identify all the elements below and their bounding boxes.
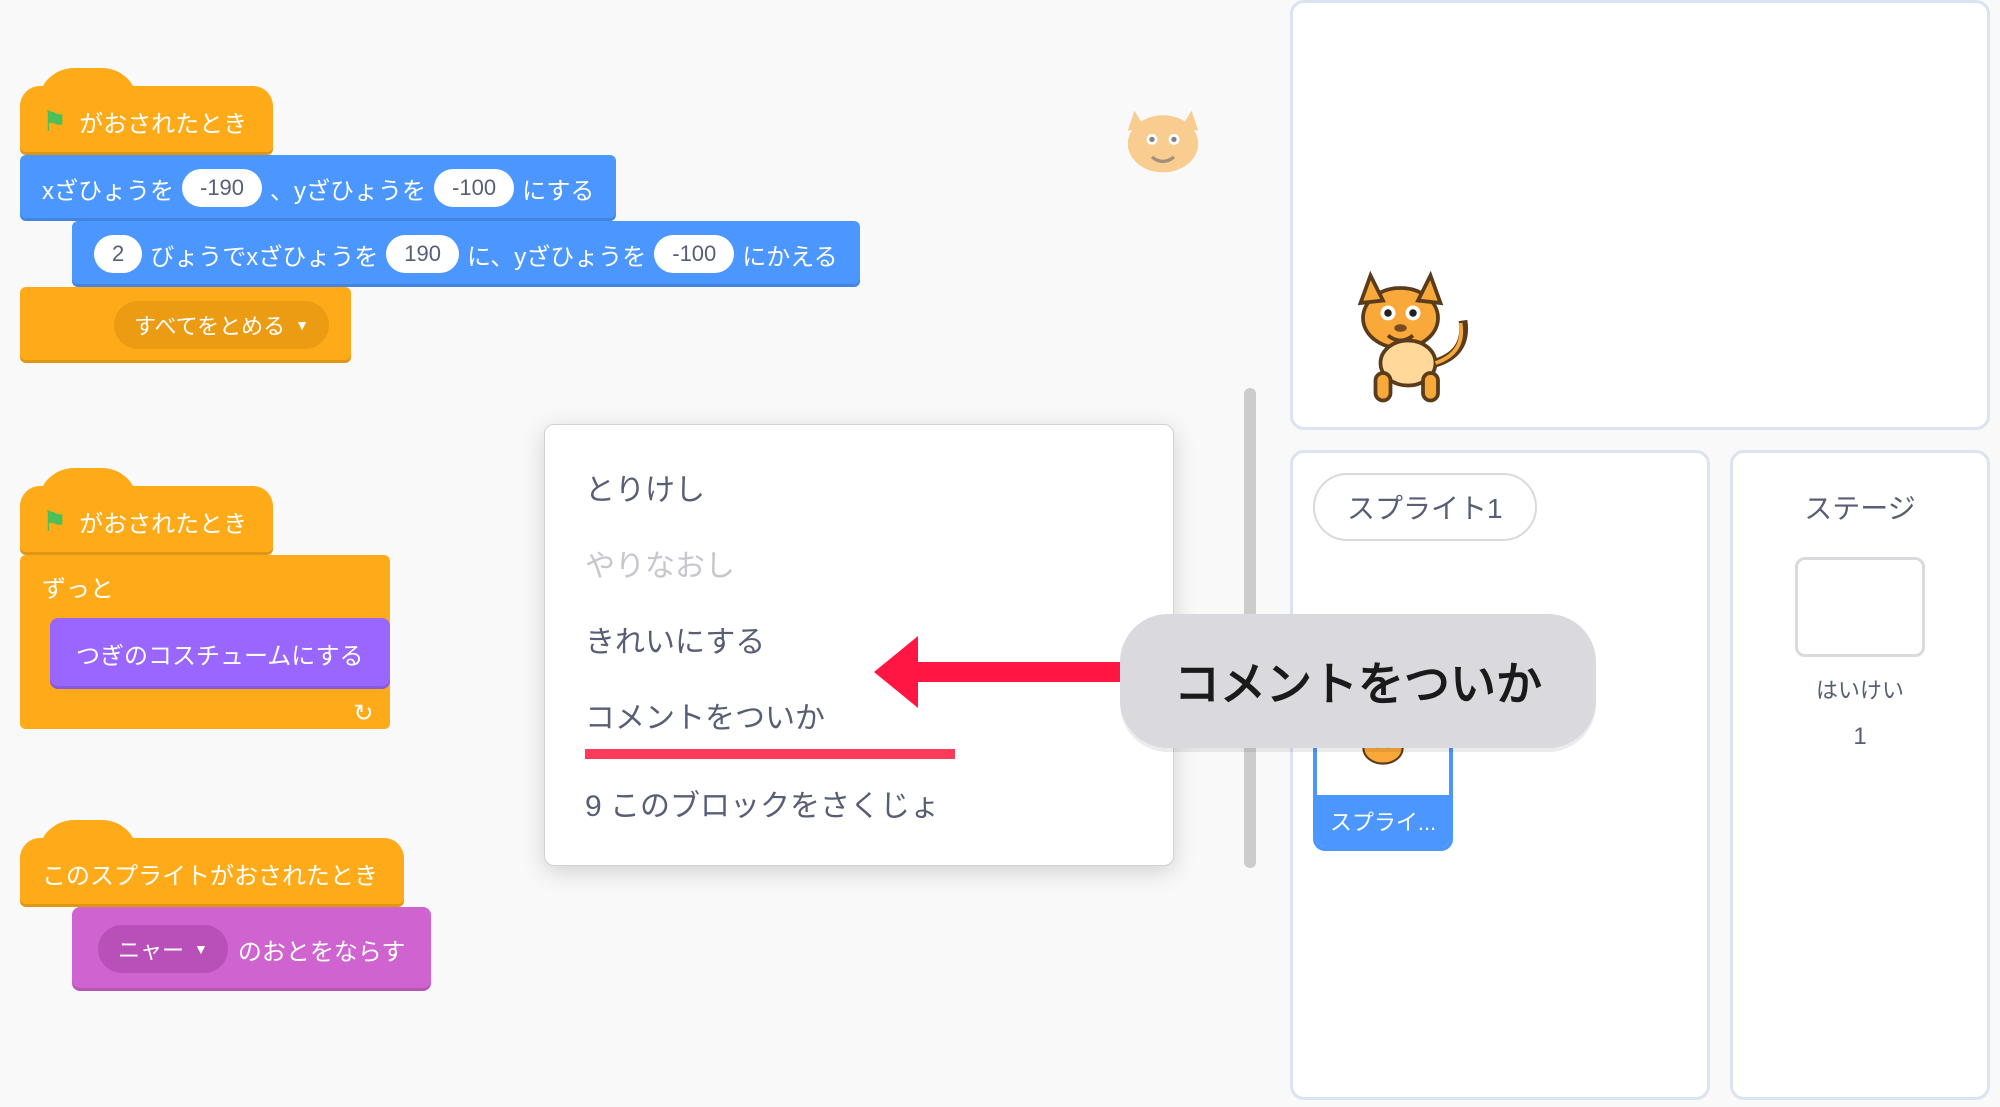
play-sound-suffix: のおとをならす — [238, 932, 406, 967]
glide-secs-input[interactable]: 2 — [94, 235, 142, 273]
glide-text-3: にかえる — [742, 237, 837, 272]
goto-y-input[interactable]: -100 — [434, 169, 514, 207]
goto-text-2: 、yざひょうを — [270, 171, 426, 206]
highlight-underline — [585, 749, 955, 759]
when-flag-clicked-block-2[interactable]: ⚑ がおされたとき — [20, 486, 273, 555]
sound-dropdown[interactable]: ニャー ▼ — [98, 925, 228, 973]
menu-redo: やりなおし — [545, 525, 1173, 601]
sprite-on-stage[interactable] — [1333, 253, 1483, 408]
glide-x-input[interactable]: 190 — [386, 235, 459, 273]
menu-undo[interactable]: とりけし — [545, 449, 1173, 525]
sprite-name-field[interactable]: スプライト1 — [1313, 473, 1537, 541]
dropdown-icon: ▼ — [194, 941, 208, 957]
when-flag-clicked-block[interactable]: ⚑ がおされたとき — [20, 86, 273, 155]
script-workspace[interactable]: ⚑ がおされたとき xざひょうを -190 、yざひょうを -100 にする 2… — [0, 0, 1260, 1107]
goto-text-1: xざひょうを — [42, 171, 174, 206]
green-flag-icon: ⚑ — [42, 105, 67, 138]
stop-all-dropdown[interactable]: すべてをとめる ▼ — [114, 301, 329, 349]
play-sound-block[interactable]: ニャー ▼ のおとをならす — [72, 907, 431, 991]
cat-watermark — [1108, 80, 1218, 195]
green-flag-icon: ⚑ — [42, 505, 67, 538]
stop-all-label: すべてをとめる — [134, 309, 285, 341]
sound-name: ニャー — [118, 933, 184, 965]
loop-arrow-icon: ↻ — [353, 699, 373, 728]
annotation-arrow — [914, 662, 1128, 682]
stage-title: ステージ — [1753, 487, 1967, 527]
backdrop-label: はいけい — [1753, 673, 1967, 705]
glide-text-1: びょうでxざひょうを — [150, 237, 378, 272]
stop-all-block[interactable]: すべてをとめる ▼ — [20, 287, 351, 363]
next-costume-label: つぎのコスチュームにする — [76, 643, 364, 670]
script-stack-1[interactable]: ⚑ がおされたとき xざひょうを -190 、yざひょうを -100 にする 2… — [20, 86, 860, 363]
forever-label: ずっと — [20, 555, 390, 614]
stage-info-panel: ステージ はいけい 1 — [1730, 450, 1990, 1100]
dropdown-icon: ▼ — [295, 317, 309, 333]
goto-text-3: にする — [522, 171, 594, 206]
glide-xy-block[interactable]: 2 びょうでxざひょうを 190 に、yざひょうを -100 にかえる — [72, 221, 860, 287]
forever-block[interactable]: ずっと つぎのコスチュームにする ↻ — [20, 555, 390, 729]
sprite-list-panel: スプライト1 スプライ... — [1290, 450, 1710, 1100]
script-stack-2[interactable]: ⚑ がおされたとき ずっと つぎのコスチュームにする ↻ — [20, 486, 390, 729]
next-costume-block[interactable]: つぎのコスチュームにする — [50, 618, 390, 689]
hat-label: このスプライトがおされたとき — [42, 856, 378, 891]
hat-label: がおされたとき — [79, 104, 247, 139]
glide-y-input[interactable]: -100 — [654, 235, 734, 273]
stage-preview[interactable] — [1290, 0, 1990, 430]
when-sprite-clicked-block[interactable]: このスプライトがおされたとき — [20, 838, 404, 907]
sprite-thumb-label: スプライ... — [1317, 795, 1449, 847]
script-stack-3[interactable]: このスプライトがおされたとき ニャー ▼ のおとをならす — [20, 838, 431, 991]
menu-add-comment[interactable]: コメントをついか — [545, 677, 1173, 753]
goto-x-input[interactable]: -190 — [182, 169, 262, 207]
hat-label: がおされたとき — [79, 504, 247, 539]
backdrop-thumbnail[interactable] — [1795, 557, 1925, 657]
goto-xy-block[interactable]: xざひょうを -190 、yざひょうを -100 にする — [20, 155, 616, 221]
menu-delete-blocks[interactable]: 9 このブロックをさくじょ — [545, 765, 1173, 841]
glide-text-2: に、yざひょうを — [467, 237, 646, 272]
annotation-callout: コメントをついか — [1120, 614, 1596, 748]
backdrop-count: 1 — [1753, 723, 1967, 751]
context-menu: とりけし やりなおし きれいにする コメントをついか 9 このブロックをさくじょ — [544, 424, 1174, 866]
